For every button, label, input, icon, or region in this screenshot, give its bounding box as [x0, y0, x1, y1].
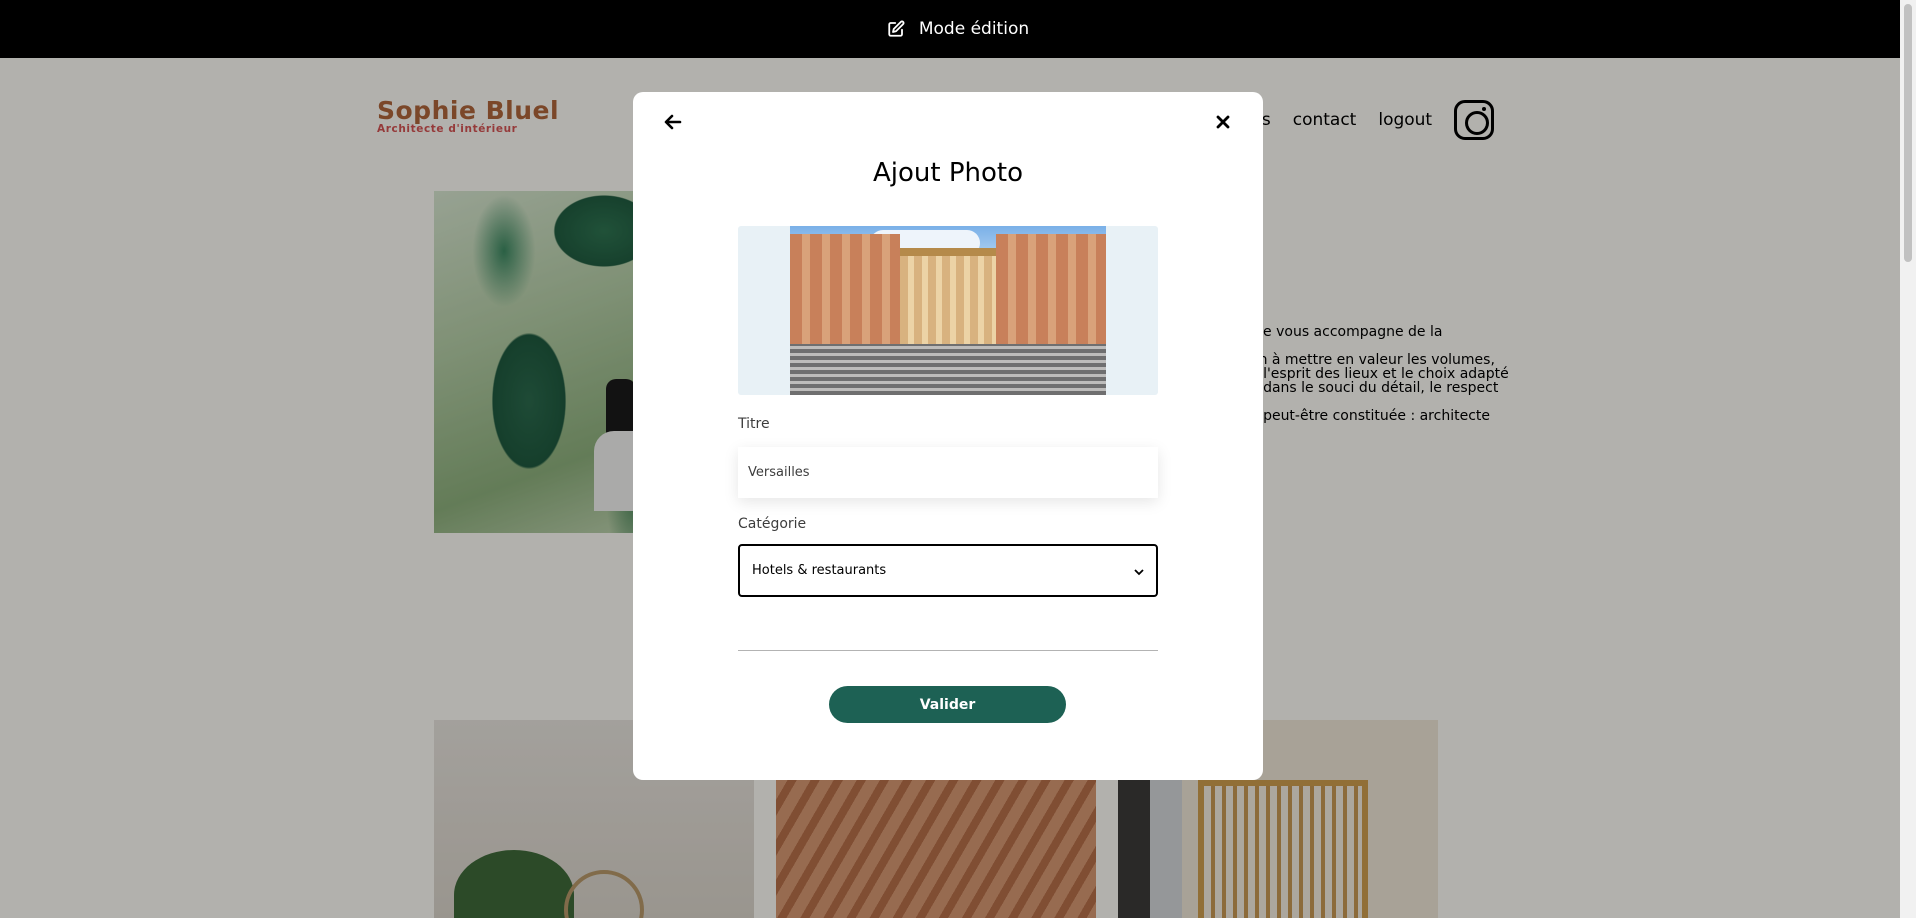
submit-button[interactable]: Valider [829, 686, 1066, 723]
scrollbar[interactable] [1900, 0, 1916, 918]
chevron-down-icon [1134, 566, 1144, 576]
category-selected-value: Hotels & restaurants [752, 563, 887, 578]
title-label: Titre [738, 416, 770, 432]
photo-preview [790, 226, 1106, 395]
scrollbar-thumb[interactable] [1904, 4, 1912, 262]
edit-icon [887, 20, 905, 38]
edit-mode-banner: Mode édition [0, 0, 1916, 58]
divider [738, 650, 1158, 651]
edit-mode-label[interactable]: Mode édition [919, 19, 1029, 39]
photo-upload-zone[interactable] [738, 226, 1158, 395]
category-select[interactable]: Hotels & restaurants [738, 544, 1158, 597]
title-input[interactable] [738, 447, 1158, 498]
category-label: Catégorie [738, 516, 807, 532]
add-photo-modal: Ajout Photo Titre Catégorie Hotels & res… [633, 92, 1263, 780]
arrow-left-icon[interactable] [661, 110, 685, 134]
modal-title: Ajout Photo [872, 158, 1024, 188]
close-icon[interactable] [1211, 110, 1235, 134]
